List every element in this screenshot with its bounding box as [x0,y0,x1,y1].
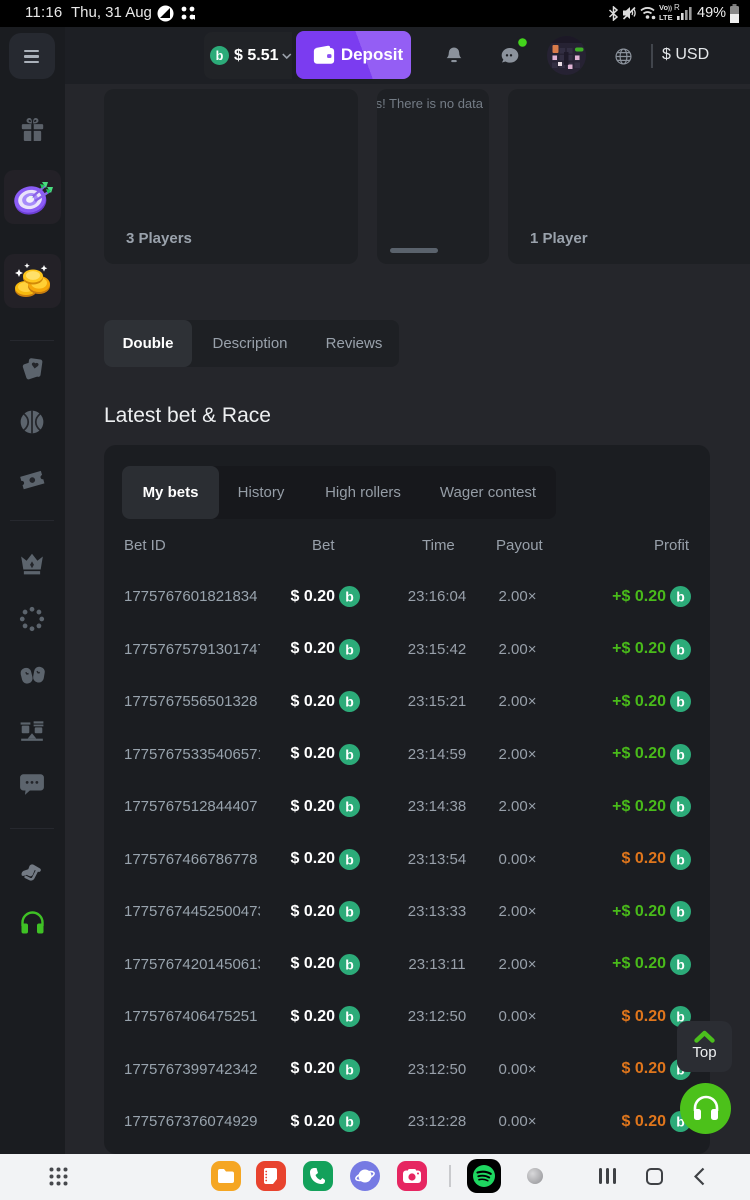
svg-text:b: b [676,903,685,919]
svg-text:b: b [345,1113,354,1129]
svg-text:b: b [345,956,354,972]
svg-text:b: b [676,851,685,867]
svg-text:b: b [345,746,354,762]
svg-text:b: b [676,588,685,604]
svg-text:b: b [676,641,685,657]
svg-text:b: b [345,903,354,919]
svg-text:b: b [676,798,685,814]
svg-text:b: b [216,49,224,63]
svg-text:b: b [345,851,354,867]
svg-text:b: b [676,956,685,972]
svg-text:b: b [676,746,685,762]
svg-text:b: b [676,693,685,709]
svg-text:b: b [345,588,354,604]
svg-text:b: b [345,641,354,657]
svg-text:b: b [345,693,354,709]
svg-text:b: b [345,1061,354,1077]
svg-text:b: b [345,798,354,814]
svg-text:b: b [345,1008,354,1024]
